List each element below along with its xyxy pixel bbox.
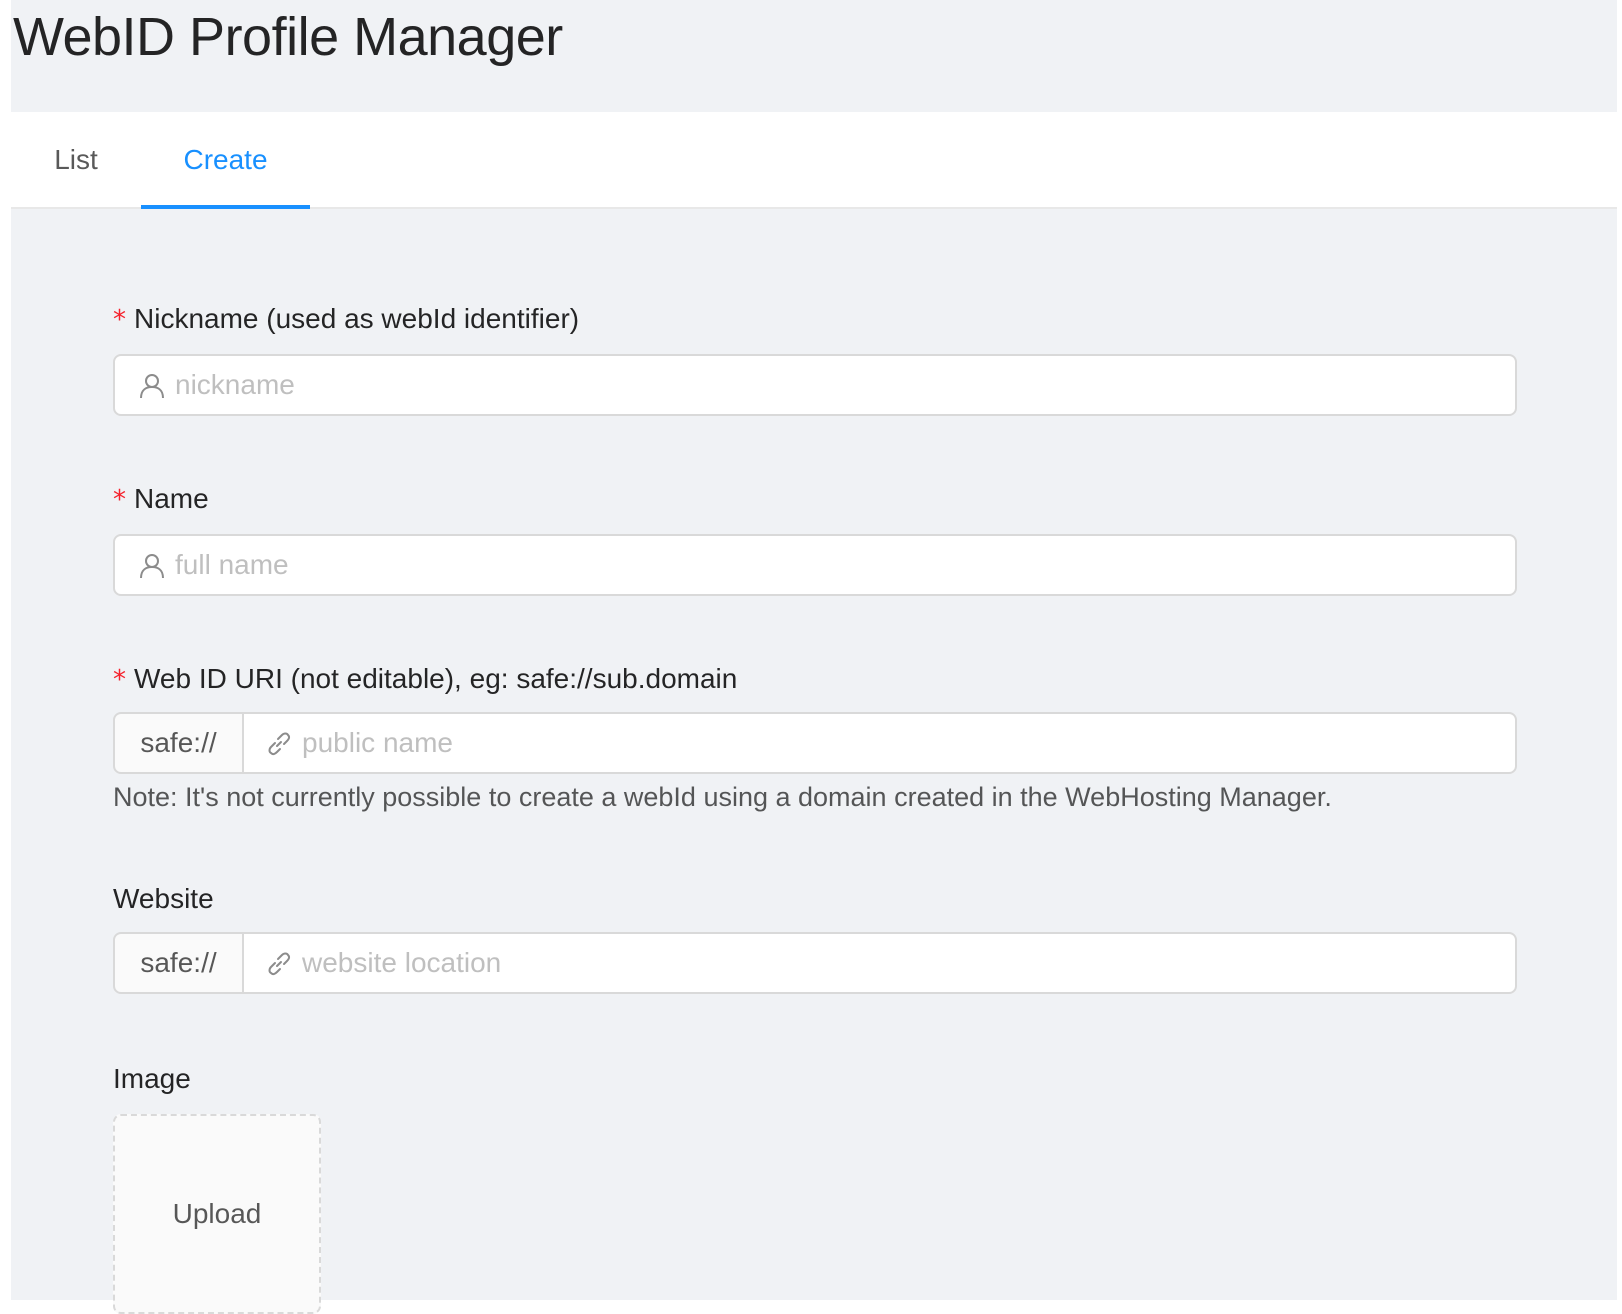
webid-uri-addon: safe:// <box>113 712 244 774</box>
name-input-wrapper <box>113 534 1517 596</box>
required-marker: * <box>113 305 126 335</box>
website-label: Website <box>113 883 214 914</box>
webid-uri-input-group: safe:// <box>113 712 1517 774</box>
tab-list[interactable]: List <box>11 112 141 207</box>
tab-bar: List Create <box>11 112 1617 209</box>
name-input[interactable] <box>175 536 1495 594</box>
website-input[interactable] <box>302 934 1502 992</box>
nickname-input[interactable] <box>175 356 1495 414</box>
user-icon <box>139 373 165 399</box>
image-upload-button[interactable]: Upload <box>113 1114 321 1314</box>
link-icon <box>266 951 292 977</box>
page-title: WebID Profile Manager <box>13 7 563 67</box>
webid-uri-input-wrapper <box>242 712 1517 774</box>
tab-create[interactable]: Create <box>141 112 310 207</box>
upload-label: Upload <box>172 1198 262 1229</box>
page-header: WebID Profile Manager <box>11 0 1617 112</box>
link-icon <box>266 731 292 757</box>
user-icon <box>139 553 165 579</box>
name-label: * Name <box>113 483 209 515</box>
website-input-group: safe:// <box>113 932 1517 994</box>
website-input-wrapper <box>242 932 1517 994</box>
webid-uri-input[interactable] <box>302 714 1502 772</box>
app-root: WebID Profile Manager List Create * Nickn… <box>11 0 1617 1314</box>
nickname-input-wrapper <box>113 354 1517 416</box>
name-label-text: Name <box>134 483 209 514</box>
required-marker: * <box>113 665 126 695</box>
nickname-label: * Nickname (used as webId identifier) <box>113 303 579 335</box>
active-tab-indicator <box>141 205 310 209</box>
image-label: Image <box>113 1063 191 1094</box>
webid-uri-label-text: Web ID URI (not editable), eg: safe://su… <box>134 663 738 694</box>
website-addon: safe:// <box>113 932 244 994</box>
required-marker: * <box>113 485 126 515</box>
webid-uri-label: * Web ID URI (not editable), eg: safe://s… <box>113 663 737 695</box>
nickname-label-text: Nickname (used as webId identifier) <box>134 303 580 334</box>
webid-uri-note: Note: It's not currently possible to cre… <box>113 782 1332 812</box>
